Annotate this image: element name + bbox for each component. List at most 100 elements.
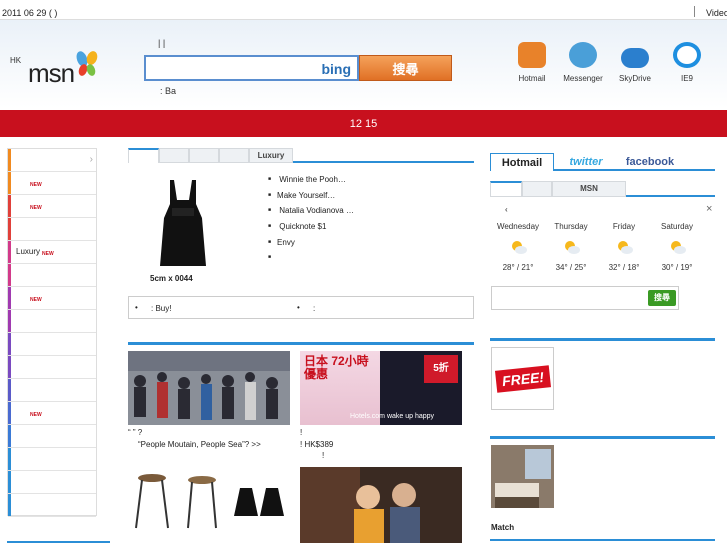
weather-tabs: MSN [490, 181, 715, 197]
tab-hotmail[interactable]: Hotmail [490, 153, 554, 171]
people-icon [569, 42, 597, 68]
list-item[interactable]: Winnie the Pooh… [268, 172, 354, 188]
sidebar-item[interactable] [8, 425, 96, 448]
color-bar [8, 448, 11, 470]
sidebar-item[interactable]: › [8, 149, 96, 172]
sidebar-item[interactable] [8, 448, 96, 471]
tab-2[interactable] [159, 148, 189, 163]
sidebar-item[interactable] [8, 264, 96, 287]
crowd-photo[interactable] [128, 351, 290, 425]
tab-luxury[interactable]: Luxury [249, 148, 293, 163]
match-label[interactable]: Match [491, 523, 514, 532]
video-link[interactable]: Video [706, 8, 727, 18]
list-item[interactable]: Envy [268, 235, 354, 251]
tab-1[interactable] [128, 148, 159, 163]
sidebar-item-label: Luxury [16, 247, 41, 256]
story-caption[interactable]: “People Moutain, People Sea”? >> [138, 440, 261, 449]
free-ad[interactable]: FREE! [491, 347, 554, 410]
sidebar-item[interactable]: NEW [8, 402, 96, 425]
bullet-icon: • [297, 303, 300, 312]
section-rule [7, 541, 110, 543]
sidebar-item[interactable]: NEW [8, 287, 96, 310]
sidebar-item[interactable] [8, 379, 96, 402]
color-bar [8, 356, 11, 378]
new-badge: NEW [30, 412, 42, 418]
story-caption[interactable]: ! [322, 451, 324, 460]
messenger-shortcut[interactable]: Messenger [558, 42, 608, 83]
sidebar-item[interactable]: NEW [8, 195, 96, 218]
weather-tab-2[interactable] [522, 181, 552, 197]
search-scope-links[interactable]: | | [158, 38, 165, 48]
sidebar-item[interactable]: Luxury NEW [8, 241, 96, 264]
dress-photo[interactable] [150, 178, 216, 270]
weather-day: Saturday 30° / 19° [650, 222, 704, 272]
weather-day: Wednesday 28° / 21° [491, 222, 545, 272]
butterfly-icon [76, 51, 98, 76]
weather-tab-msn[interactable]: MSN [552, 181, 626, 197]
list-item[interactable]: Natalia Vodianova … [268, 203, 354, 219]
search-input[interactable]: bing [144, 55, 359, 81]
sidebar-item[interactable] [8, 310, 96, 333]
envelope-icon [518, 42, 546, 68]
sun-cloud-icon [618, 241, 633, 254]
tab-twitter[interactable]: twitter [554, 153, 618, 171]
right-search-input[interactable]: 搜尋 [491, 286, 679, 310]
color-bar [8, 425, 11, 447]
new-badge: NEW [42, 251, 54, 257]
temperature: 34° / 25° [555, 263, 587, 272]
hotmail-shortcut[interactable]: Hotmail [507, 42, 557, 83]
ie9-shortcut[interactable]: IE9 [662, 42, 712, 83]
divider [694, 6, 695, 17]
sidebar-item[interactable] [8, 494, 96, 517]
search-button[interactable]: 搜尋 [359, 55, 452, 81]
day-name: Thursday [554, 222, 588, 231]
promo-link-right[interactable]: : [313, 304, 315, 313]
sun-cloud-icon [671, 241, 686, 254]
story-caption[interactable]: ! [300, 428, 302, 437]
msn-logo[interactable]: HK msn [8, 48, 98, 88]
promo-banner[interactable]: 12 15 [0, 110, 727, 137]
japan-hotel-ad[interactable]: 日本 72小時優惠 5折 Hotels.com wake up happy [300, 351, 462, 425]
bing-logo: bing [321, 61, 351, 77]
story-caption[interactable]: “ ” ? [128, 428, 142, 437]
section-rule [128, 342, 474, 345]
header: HK msn | | bing 搜尋 : Ba Hotmail Messenge… [0, 20, 727, 108]
search-sub-links[interactable]: : Ba [160, 86, 176, 96]
hotels-brand: Hotels.com wake up happy [350, 413, 435, 420]
sidebar-item[interactable] [8, 356, 96, 379]
tab-3[interactable] [189, 148, 219, 163]
sidebar-item[interactable] [8, 471, 96, 494]
left-nav: › NEW NEW Luxury NEW NEW NEW [7, 148, 97, 517]
day-name: Wednesday [496, 222, 540, 231]
new-badge: NEW [30, 297, 42, 303]
fashion-news-list: Winnie the Pooh… Make Yourself… Natalia … [268, 172, 354, 266]
temperature: 28° / 21° [502, 263, 534, 272]
close-icon[interactable]: × [706, 203, 712, 215]
day-name: Friday [612, 222, 636, 231]
tab-4[interactable] [219, 148, 249, 163]
sidebar-item[interactable] [8, 333, 96, 356]
list-item[interactable] [268, 250, 354, 266]
sidebar-item[interactable] [8, 218, 96, 241]
ie-icon [673, 42, 701, 68]
sidebar-item[interactable]: NEW [8, 172, 96, 195]
temperature: 32° / 18° [608, 263, 640, 272]
weather-day: Friday 32° / 18° [597, 222, 651, 272]
skydrive-shortcut[interactable]: SkyDrive [610, 42, 660, 83]
couple-photo[interactable] [300, 467, 462, 543]
hotel-room-photo[interactable] [491, 445, 554, 508]
list-item[interactable]: Make Yourself… [268, 188, 354, 204]
new-badge: NEW [30, 182, 42, 188]
free-badge: FREE! [494, 365, 552, 393]
list-item[interactable]: Quicknote $1 [268, 219, 354, 235]
tab-facebook[interactable]: facebook [618, 153, 682, 171]
service-label: Messenger [563, 74, 603, 83]
location-selector[interactable]: ‹ [505, 205, 508, 214]
stools-photo[interactable] [128, 470, 290, 530]
weather-tab-1[interactable] [490, 181, 522, 197]
product-caption: 5cm x 0044 [150, 274, 193, 283]
story-caption[interactable]: ! HK$389 [300, 440, 333, 449]
promo-link-left[interactable]: : Buy! [151, 304, 171, 313]
right-search-button[interactable]: 搜尋 [648, 290, 676, 306]
banner-text: 12 15 [349, 117, 378, 130]
